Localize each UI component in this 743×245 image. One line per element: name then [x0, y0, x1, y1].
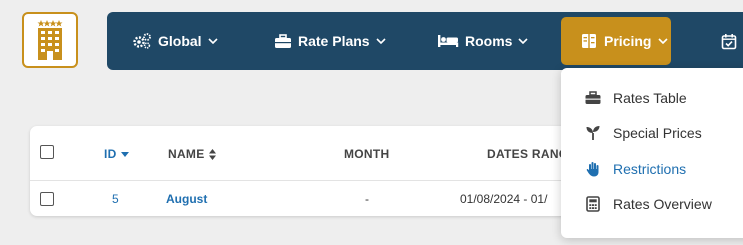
chevron-down-icon [518, 38, 529, 44]
menu-item-restrictions[interactable]: Restrictions [585, 159, 686, 179]
nav-rate-plans-label: Rate Plans [298, 33, 370, 49]
chevron-down-icon [376, 38, 386, 44]
chevron-down-icon [207, 38, 218, 44]
menu-item-rates-overview[interactable]: Rates Overview [585, 194, 712, 214]
column-id-header[interactable]: ID [104, 147, 129, 161]
bed-icon [438, 35, 459, 47]
nav-rooms[interactable]: Rooms [437, 12, 529, 70]
column-id-label: ID [104, 147, 117, 161]
table-header-row: ID NAME MONTH DATES RANG [30, 126, 590, 181]
calendar-check-icon [721, 33, 737, 49]
row-name-link[interactable]: August [166, 192, 207, 206]
chevron-down-icon [658, 38, 669, 44]
sort-icon [208, 148, 216, 160]
nav-pricing-label: Pricing [604, 33, 652, 49]
select-all-checkbox[interactable] [40, 145, 54, 159]
column-name-header[interactable]: NAME [168, 147, 216, 161]
pricing-dropdown-menu: Rates Table Special Prices Restrictions [561, 68, 743, 238]
row-dates: 01/08/2024 - 01/ [460, 192, 548, 206]
calculator-icon [585, 196, 601, 212]
menu-item-label: Special Prices [613, 125, 702, 141]
items-table: ID NAME MONTH DATES RANG 5 August - 01/0… [30, 126, 590, 216]
nav-rate-plans[interactable]: Rate Plans [274, 12, 386, 70]
briefcase-icon [585, 90, 601, 106]
nav-calendar[interactable] [721, 12, 737, 70]
hotel-logo[interactable] [22, 12, 78, 68]
menu-item-label: Rates Table [613, 90, 687, 106]
row-id: 5 [112, 192, 119, 206]
nav-pricing[interactable]: Pricing [561, 17, 671, 65]
nav-rooms-label: Rooms [465, 33, 513, 49]
row-month: - [365, 192, 369, 206]
hotel-building-icon [37, 20, 63, 60]
nav-global[interactable]: Global [132, 12, 218, 70]
column-dates-header[interactable]: DATES RANG [487, 147, 568, 161]
briefcase-icon [275, 33, 291, 48]
menu-item-label: Rates Overview [613, 196, 712, 212]
sort-desc-icon [120, 151, 129, 157]
column-month-header[interactable]: MONTH [344, 147, 390, 161]
menu-item-special-prices[interactable]: Special Prices [585, 123, 702, 143]
hand-icon [585, 161, 601, 177]
menu-item-rates-table[interactable]: Rates Table [585, 88, 687, 108]
top-navbar: Global Rate Plans Rooms Pricing [107, 12, 743, 70]
column-name-label: NAME [168, 147, 205, 161]
menu-item-label: Restrictions [613, 161, 687, 177]
price-table-icon [582, 34, 596, 48]
sprout-icon [585, 125, 601, 141]
nav-global-label: Global [158, 33, 202, 49]
gears-icon [133, 33, 151, 49]
table-row[interactable]: 5 August - 01/08/2024 - 01/ [30, 181, 590, 216]
row-checkbox[interactable] [40, 192, 54, 206]
